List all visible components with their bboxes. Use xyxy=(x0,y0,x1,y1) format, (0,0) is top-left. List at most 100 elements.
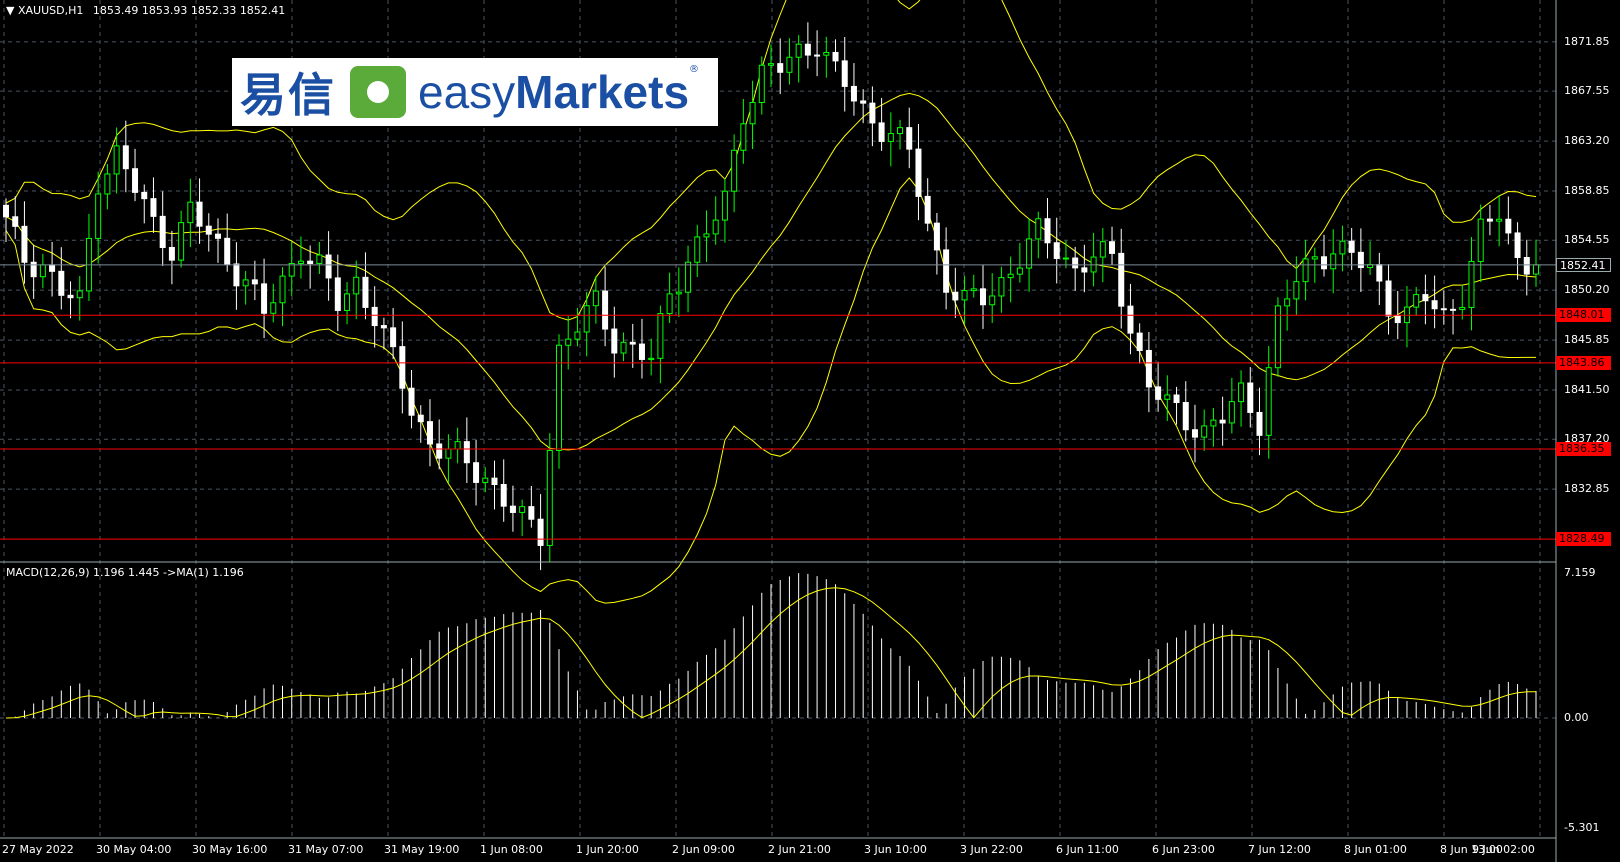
price-tick-label: 1871.85 xyxy=(1564,34,1610,48)
time-tick-label: 30 May 04:00 xyxy=(96,843,172,856)
candle-body xyxy=(638,343,645,360)
candle-body xyxy=(178,222,185,261)
candle-body xyxy=(537,518,544,546)
candle-body xyxy=(814,54,821,57)
macd-tick-label: 7.159 xyxy=(1564,566,1596,579)
candle-body xyxy=(1468,260,1475,308)
candle-body xyxy=(841,60,848,87)
candle-body xyxy=(1348,240,1355,253)
candle-body xyxy=(242,279,249,287)
price-chart[interactable] xyxy=(0,0,1620,862)
candle-body xyxy=(67,294,74,299)
time-tick-label: 31 May 07:00 xyxy=(288,843,364,856)
price-level-tag: 1828.49 xyxy=(1556,532,1611,547)
candle-body xyxy=(205,225,212,235)
candle-body xyxy=(915,148,922,197)
candle-body xyxy=(1136,332,1143,351)
candle-body xyxy=(1330,253,1337,270)
candle-body xyxy=(473,462,480,483)
time-tick-label: 30 May 16:00 xyxy=(192,843,268,856)
candle-body xyxy=(1311,256,1318,260)
candle-body xyxy=(528,506,535,520)
candle-body xyxy=(740,123,747,151)
candle-body xyxy=(620,341,627,354)
candle-body xyxy=(95,193,102,239)
candle-body xyxy=(150,198,157,217)
candle-body xyxy=(804,43,811,56)
candle-body xyxy=(1182,402,1189,431)
candle-body xyxy=(1533,264,1539,275)
candle-body xyxy=(3,204,9,218)
candle-body xyxy=(648,357,655,360)
candle-body xyxy=(39,264,46,278)
candle-body xyxy=(721,190,728,221)
candle-body xyxy=(1505,218,1512,234)
candle-body xyxy=(860,100,867,104)
collapse-icon[interactable]: ▼ xyxy=(6,4,14,17)
candle-body xyxy=(970,288,977,292)
candle-body xyxy=(786,56,793,73)
candle-body xyxy=(1514,232,1521,259)
price-tick-label: 1858.85 xyxy=(1564,183,1610,197)
candle-body xyxy=(629,341,636,345)
candle-body xyxy=(104,173,111,195)
price-tick-label: 1863.20 xyxy=(1564,134,1610,148)
logo-chinese-text: 易信 xyxy=(240,68,336,122)
candle-body xyxy=(1072,257,1079,269)
candle-body xyxy=(288,262,295,277)
time-tick-label: 9 Jun 02:00 xyxy=(1472,843,1535,856)
candle-body xyxy=(961,290,968,301)
candle-body xyxy=(399,346,406,389)
candle-body xyxy=(371,306,378,327)
candle-body xyxy=(556,344,563,451)
candle-body xyxy=(1247,382,1254,413)
price-tick-label: 1867.55 xyxy=(1564,84,1610,98)
candle-body xyxy=(1210,419,1217,427)
candle-body xyxy=(1228,401,1235,424)
price-tick-label: 1845.85 xyxy=(1564,333,1610,347)
candle-body xyxy=(362,276,369,308)
candle-body xyxy=(1109,241,1116,254)
candle-body xyxy=(214,233,221,239)
candle-body xyxy=(1376,264,1383,282)
candle-body xyxy=(1422,294,1429,302)
candle-body xyxy=(509,505,516,513)
candle-body xyxy=(113,145,120,175)
easymarkets-logo: 易信 easyMarkets ® xyxy=(232,58,718,126)
candle-body xyxy=(1265,367,1272,436)
price-level-tag: 1843.86 xyxy=(1556,355,1611,370)
candle-body xyxy=(850,85,857,102)
candle-body xyxy=(408,387,415,416)
candle-body xyxy=(731,149,738,192)
candle-body xyxy=(233,263,240,287)
candle-body xyxy=(906,127,913,150)
candle-body xyxy=(132,168,139,193)
candle-body xyxy=(1044,218,1051,244)
candle-body xyxy=(334,277,341,311)
candle-body xyxy=(897,127,904,135)
candle-body xyxy=(703,233,710,238)
candle-body xyxy=(574,331,581,340)
candle-body xyxy=(49,264,56,272)
price-tick-label: 1841.50 xyxy=(1564,382,1610,396)
candle-body xyxy=(58,270,65,296)
symbol-name: XAUUSD,H1 xyxy=(17,4,84,17)
time-tick-label: 27 May 2022 xyxy=(2,843,74,856)
candle-body xyxy=(1173,394,1180,404)
macd-tick-label: 0.00 xyxy=(1564,711,1589,724)
candle-body xyxy=(1145,349,1152,388)
candle-body xyxy=(426,421,433,445)
candle-body xyxy=(1062,257,1069,260)
candle-body xyxy=(141,191,148,200)
candle-body xyxy=(1256,411,1263,436)
candle-body xyxy=(1238,382,1245,403)
candle-body xyxy=(777,63,784,73)
candle-body xyxy=(675,291,682,295)
candle-body xyxy=(325,254,332,279)
time-tick-label: 3 Jun 22:00 xyxy=(960,843,1023,856)
time-tick-label: 2 Jun 09:00 xyxy=(672,843,735,856)
time-tick-label: 1 Jun 20:00 xyxy=(576,843,639,856)
time-tick-label: 6 Jun 11:00 xyxy=(1056,843,1119,856)
candle-body xyxy=(168,246,175,261)
candle-body xyxy=(463,441,470,464)
